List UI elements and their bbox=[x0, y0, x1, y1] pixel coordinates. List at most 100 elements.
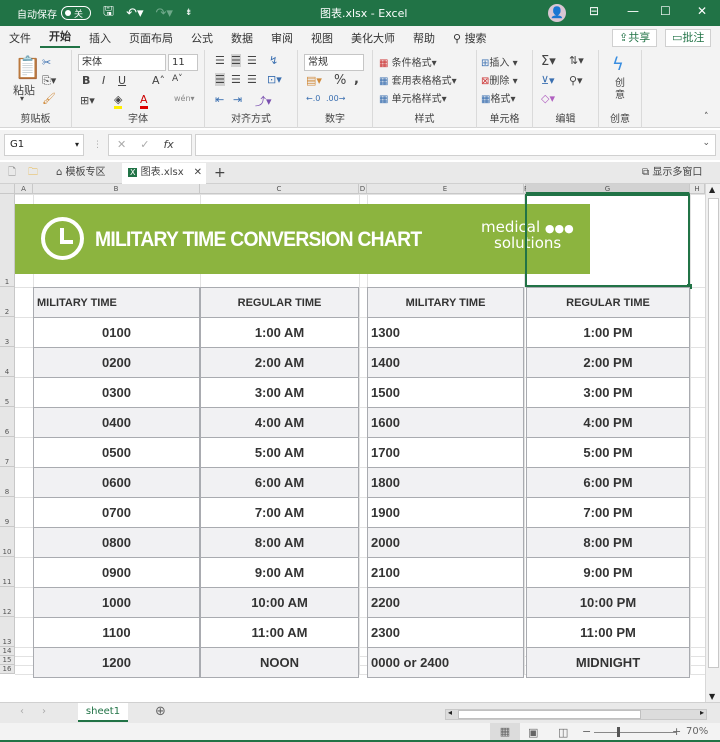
column-header-a[interactable]: A bbox=[15, 184, 33, 194]
merge-center-icon[interactable]: ⊡▾ bbox=[267, 73, 282, 86]
page-break-view-icon[interactable]: ◫ bbox=[558, 726, 568, 739]
table-cell[interactable]: 1400 bbox=[367, 347, 524, 378]
column-header-d[interactable]: D bbox=[359, 184, 367, 194]
sheet-tab-sheet1[interactable]: sheet1 bbox=[78, 703, 128, 722]
table-cell[interactable]: 11:00 PM bbox=[526, 617, 690, 648]
save-icon[interactable]: 🖫 bbox=[103, 2, 114, 24]
lightning-icon[interactable]: ϟ bbox=[612, 54, 624, 75]
paste-dropdown-icon[interactable]: ▾ bbox=[20, 94, 24, 103]
table-cell[interactable]: 10:00 AM bbox=[200, 587, 359, 618]
row-header-8[interactable]: 8 bbox=[0, 467, 15, 497]
name-box[interactable]: G1 ▾ bbox=[4, 134, 84, 156]
multi-window-button[interactable]: ⧉ 显示多窗口 bbox=[636, 163, 708, 184]
comment-button[interactable]: ▭批注 bbox=[665, 29, 712, 47]
align-right-icon[interactable]: ☰ bbox=[247, 73, 257, 86]
table-cell[interactable]: 1:00 AM bbox=[200, 317, 359, 348]
scroll-up-icon[interactable]: ▲ bbox=[709, 185, 715, 194]
row-header-12[interactable]: 12 bbox=[0, 587, 15, 617]
table-cell[interactable]: 2:00 PM bbox=[526, 347, 690, 378]
fill-icon[interactable]: ⊻▾ bbox=[541, 74, 555, 87]
menu-review[interactable]: 审阅 bbox=[262, 30, 302, 46]
table-cell[interactable]: 1700 bbox=[367, 437, 524, 468]
zoom-slider[interactable] bbox=[594, 732, 676, 733]
new-file-icon[interactable]: 🗋 bbox=[2, 163, 22, 184]
table-cell[interactable]: MIDNIGHT bbox=[526, 647, 690, 678]
horizontal-scroll-thumb[interactable] bbox=[458, 710, 641, 719]
insert-function-icon[interactable]: fx bbox=[163, 135, 173, 155]
align-left-icon[interactable]: ☰ bbox=[215, 73, 225, 86]
name-box-dropdown-icon[interactable]: ▾ bbox=[75, 135, 79, 155]
increase-decimal-icon[interactable]: ←.0 bbox=[306, 94, 320, 103]
row-header-7[interactable]: 7 bbox=[0, 437, 15, 467]
add-sheet-icon[interactable]: ⊕ bbox=[155, 704, 166, 719]
table-cell[interactable]: 7:00 PM bbox=[526, 497, 690, 528]
percent-icon[interactable]: % bbox=[334, 73, 346, 88]
clear-icon[interactable]: ◇▾ bbox=[541, 92, 555, 105]
table-cell[interactable]: 6:00 AM bbox=[200, 467, 359, 498]
table-cell[interactable]: 9:00 PM bbox=[526, 557, 690, 588]
table-cell[interactable]: 1600 bbox=[367, 407, 524, 438]
border-icon[interactable]: ⊞▾ bbox=[80, 94, 95, 107]
formula-input[interactable]: ⌄ bbox=[195, 134, 716, 156]
decrease-indent-icon[interactable]: ⇤ bbox=[215, 93, 224, 106]
row-header-4[interactable]: 4 bbox=[0, 347, 15, 377]
decrease-font-button[interactable]: A˅ bbox=[172, 74, 183, 84]
row-header-14[interactable]: 14 bbox=[0, 647, 15, 656]
customize-icon[interactable]: ⇟ bbox=[185, 8, 193, 18]
column-header-g[interactable]: G bbox=[526, 184, 690, 194]
table-cell[interactable]: 2200 bbox=[367, 587, 524, 618]
comma-style-icon[interactable]: , bbox=[354, 72, 359, 87]
spreadsheet-grid[interactable]: A B C D E F G H 12345678910111213141516 … bbox=[0, 184, 705, 702]
table-cell[interactable]: 10:00 PM bbox=[526, 587, 690, 618]
zoom-out-icon[interactable]: − bbox=[582, 725, 591, 738]
row-header-16[interactable]: 16 bbox=[0, 665, 15, 674]
table-cell[interactable]: 0200 bbox=[33, 347, 200, 378]
table-cell[interactable]: 2:00 AM bbox=[200, 347, 359, 378]
table-cell[interactable]: 1500 bbox=[367, 377, 524, 408]
enter-icon[interactable]: ✓ bbox=[140, 135, 149, 155]
redo-icon[interactable]: ↷▾ bbox=[156, 6, 173, 21]
autosave-toggle[interactable]: 关 bbox=[61, 6, 91, 20]
new-tab-button[interactable]: + bbox=[208, 163, 232, 184]
menu-data[interactable]: 数据 bbox=[222, 30, 262, 46]
find-select-icon[interactable]: ⚲▾ bbox=[569, 74, 583, 87]
cell-styles-button[interactable]: ▦ 单元格样式▾ bbox=[379, 90, 447, 105]
undo-icon[interactable]: ↶▾ bbox=[126, 6, 143, 21]
format-cells-button[interactable]: ▦格式▾ bbox=[481, 90, 515, 105]
underline-button[interactable]: U bbox=[118, 74, 126, 87]
menu-home[interactable]: 开始 bbox=[40, 28, 80, 48]
align-bottom-icon[interactable]: ☰ bbox=[247, 54, 257, 67]
scroll-left-icon[interactable]: ◂ bbox=[448, 708, 452, 717]
column-header-c[interactable]: C bbox=[200, 184, 359, 194]
column-header-h[interactable]: H bbox=[690, 184, 705, 194]
row-header-2[interactable]: 2 bbox=[0, 287, 15, 317]
column-header-e[interactable]: E bbox=[367, 184, 524, 194]
table-cell[interactable]: 0700 bbox=[33, 497, 200, 528]
accounting-format-icon[interactable]: ▤▾ bbox=[306, 74, 322, 87]
menu-file[interactable]: 文件 bbox=[0, 30, 40, 46]
menu-insert[interactable]: 插入 bbox=[80, 30, 120, 46]
row-header-10[interactable]: 10 bbox=[0, 527, 15, 557]
phonetic-icon[interactable]: wén▾ bbox=[174, 94, 195, 103]
table-cell[interactable]: 0800 bbox=[33, 527, 200, 558]
menu-view[interactable]: 视图 bbox=[302, 30, 342, 46]
copy-icon[interactable]: ⎘▾ bbox=[42, 74, 56, 88]
align-middle-icon[interactable]: ☰ bbox=[231, 54, 241, 67]
file-tab[interactable]: X 图表.xlsx ✕ bbox=[122, 163, 206, 184]
table-cell[interactable]: 1800 bbox=[367, 467, 524, 498]
collapse-ribbon-icon[interactable]: ˄ bbox=[704, 112, 709, 122]
table-cell[interactable]: 11:00 AM bbox=[200, 617, 359, 648]
decrease-decimal-icon[interactable]: .00→ bbox=[326, 94, 345, 103]
table-cell[interactable]: 0100 bbox=[33, 317, 200, 348]
table-cell[interactable]: 5:00 AM bbox=[200, 437, 359, 468]
scroll-down-icon[interactable]: ▼ bbox=[709, 692, 715, 701]
increase-font-button[interactable]: A˄ bbox=[152, 74, 165, 87]
row-header-13[interactable]: 13 bbox=[0, 617, 15, 647]
table-cell[interactable]: 0300 bbox=[33, 377, 200, 408]
increase-indent-icon[interactable]: ⇥ bbox=[233, 93, 242, 106]
avatar[interactable]: 👤 bbox=[548, 4, 566, 22]
table-cell[interactable]: 1000 bbox=[33, 587, 200, 618]
close-tab-icon[interactable]: ✕ bbox=[194, 163, 202, 183]
table-cell[interactable]: 0000 or 2400 bbox=[367, 647, 524, 678]
select-all-corner[interactable] bbox=[0, 184, 15, 194]
